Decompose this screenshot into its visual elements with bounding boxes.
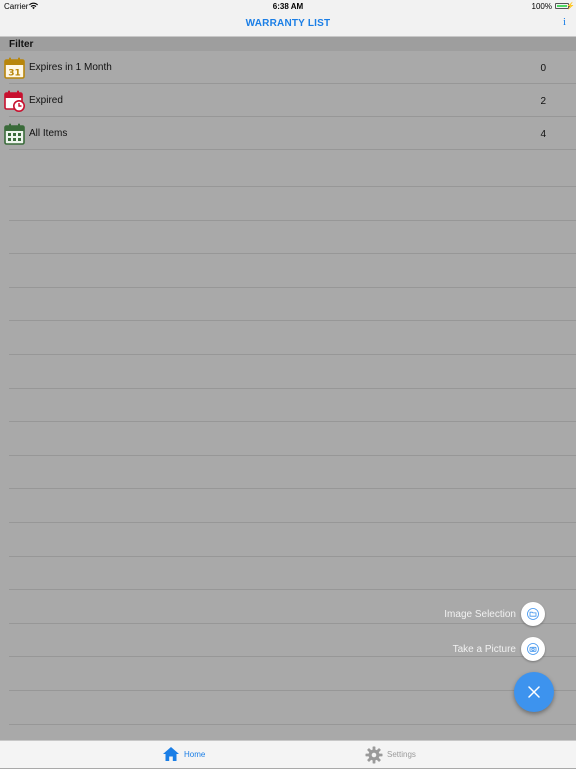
row-separator	[9, 455, 576, 456]
filter-row-label: Expires in 1 Month	[29, 62, 112, 73]
row-separator	[9, 690, 576, 691]
filter-row-expires-1-month[interactable]: 31 Expires in 1 Month 0	[0, 51, 576, 84]
row-separator	[9, 589, 576, 590]
image-selection-option[interactable]: Image Selection	[305, 602, 545, 626]
row-separator	[9, 556, 576, 557]
row-separator	[9, 388, 576, 389]
filter-section-header: Filter	[0, 37, 576, 51]
tab-home[interactable]: Home	[160, 741, 220, 769]
status-bar: Carrier 6:38 AM 100% ⚡	[0, 0, 576, 12]
filter-row-count: 2	[540, 96, 546, 107]
tab-settings-label: Settings	[387, 750, 416, 759]
camera-icon	[527, 643, 539, 655]
row-separator	[9, 488, 576, 489]
filter-row-all-items[interactable]: All Items 4	[0, 117, 576, 150]
clock: 6:38 AM	[272, 2, 304, 11]
row-separator	[9, 287, 576, 288]
row-separator	[9, 522, 576, 523]
row-separator	[9, 320, 576, 321]
tab-home-label: Home	[184, 750, 206, 759]
filter-row-count: 0	[540, 63, 546, 74]
take-picture-label: Take a Picture	[452, 644, 516, 655]
home-icon	[163, 747, 179, 761]
filter-row-label: All Items	[29, 128, 68, 139]
close-icon	[528, 686, 540, 698]
take-picture-option[interactable]: Take a Picture	[305, 637, 545, 661]
row-separator	[9, 354, 576, 355]
battery-percent: 100%	[531, 2, 552, 11]
calendar-31-icon-text: 31	[8, 69, 21, 79]
filter-row-label: Expired	[29, 95, 63, 106]
filter-row-count: 4	[540, 129, 546, 140]
calendar-grid-icon	[4, 123, 25, 145]
row-separator	[9, 724, 576, 725]
filter-row-expired[interactable]: Expired 2	[0, 84, 576, 117]
gear-icon	[365, 746, 383, 764]
info-button[interactable]: i	[563, 16, 566, 28]
image-selection-label: Image Selection	[444, 609, 516, 620]
row-separator	[9, 253, 576, 254]
navigation-bar: WARRANTY LIST i	[0, 12, 576, 37]
charging-icon: ⚡	[566, 3, 575, 10]
tab-bar: Home Settings	[0, 740, 576, 768]
tab-settings[interactable]: Settings	[364, 741, 434, 769]
close-fab-button[interactable]	[514, 672, 554, 712]
calendar-clock-icon	[4, 90, 25, 112]
row-separator	[9, 186, 576, 187]
row-separator	[9, 421, 576, 422]
page-title: WARRANTY LIST	[245, 18, 331, 29]
take-picture-button[interactable]	[521, 637, 545, 661]
calendar-31-icon: 31	[4, 57, 25, 79]
filter-header-label: Filter	[9, 39, 34, 50]
folder-icon	[527, 608, 539, 620]
row-separator	[9, 220, 576, 221]
filter-list: 31 Expires in 1 Month 0 Expired 2 All It…	[0, 51, 576, 150]
image-selection-button[interactable]	[521, 602, 545, 626]
